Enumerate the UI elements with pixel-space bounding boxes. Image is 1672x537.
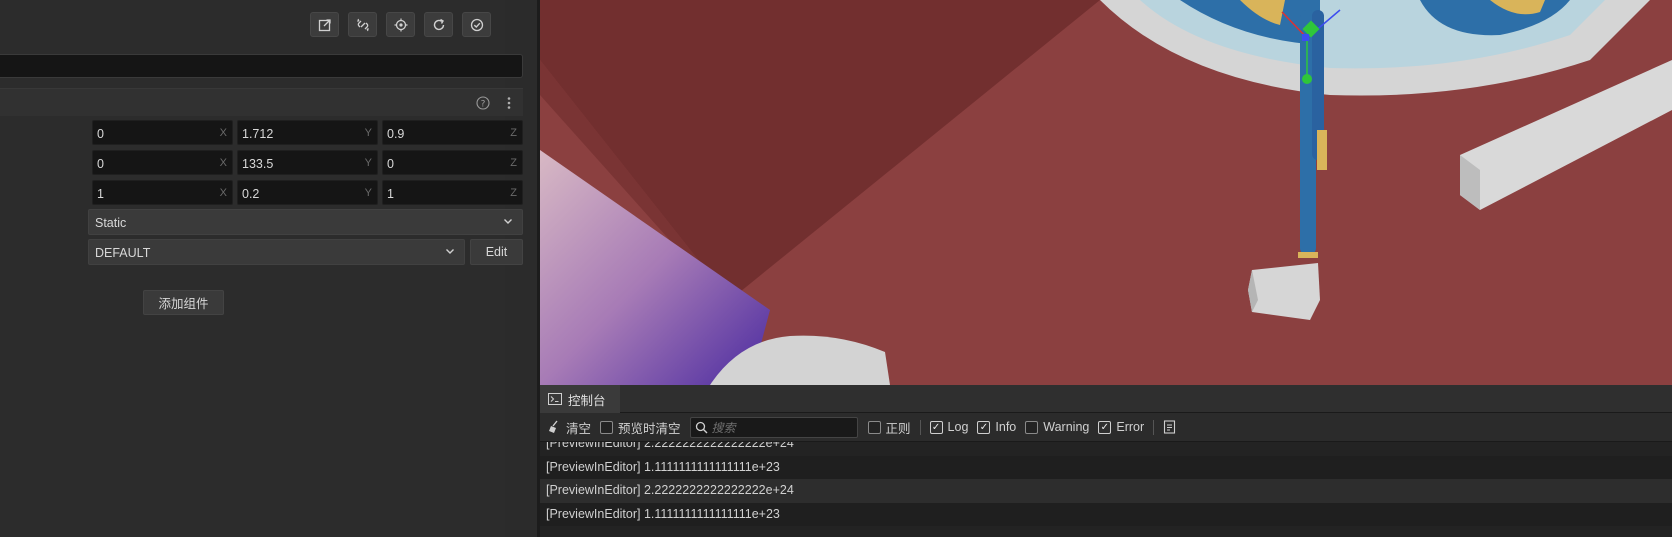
locate-button[interactable]: [386, 12, 415, 37]
console-panel: 控制台 清空 预览时清空 搜索 正则 ✓ Log ✓ Info Warning …: [540, 385, 1672, 537]
help-icon[interactable]: ?: [474, 94, 492, 112]
console-tabbar: 控制台: [540, 385, 1672, 413]
add-component-button[interactable]: 添加组件: [143, 290, 224, 315]
inspector-toolbar: [310, 12, 491, 37]
open-external-button[interactable]: [310, 12, 339, 37]
log-filter-checkbox[interactable]: ✓ Log: [929, 420, 968, 434]
scale-z-input[interactable]: 1Z: [382, 180, 523, 205]
checkbox-checked: ✓: [977, 420, 991, 434]
error-filter-checkbox[interactable]: ✓ Error: [1098, 420, 1144, 434]
clear-on-preview-checkbox[interactable]: 预览时清空: [600, 418, 681, 437]
refresh-icon: [433, 18, 444, 30]
position-row: 0X 1.712 Y 0.9 Z: [92, 120, 523, 145]
clear-button[interactable]: 清空: [548, 418, 591, 437]
terminal-icon: [548, 393, 562, 405]
node-name-input[interactable]: [0, 54, 523, 78]
layer-edit-button[interactable]: Edit: [470, 239, 523, 265]
log-file-icon: [1164, 420, 1176, 434]
toolbar-divider: [1153, 419, 1155, 435]
open-log-file-button[interactable]: [1163, 420, 1176, 434]
rotation-x-input[interactable]: 0X: [92, 150, 233, 175]
more-options-icon[interactable]: [500, 94, 518, 112]
rotation-row: 0X 133.5 Y 0Z: [92, 150, 523, 175]
mobility-select[interactable]: Static: [88, 209, 523, 235]
regex-checkbox[interactable]: 正则: [867, 418, 911, 437]
chevron-down-icon: [502, 215, 514, 230]
tab-console[interactable]: 控制台: [540, 385, 620, 413]
warning-filter-checkbox[interactable]: Warning: [1025, 420, 1089, 434]
apply-check-icon: [470, 18, 483, 31]
refresh-button[interactable]: [424, 12, 453, 37]
scale-y-input[interactable]: 0.2 Y: [237, 180, 378, 205]
search-icon: [695, 421, 708, 433]
scale-x-input[interactable]: 1X: [92, 180, 233, 205]
position-z-input[interactable]: 0.9 Z: [382, 120, 523, 145]
checkbox-box: [600, 420, 614, 434]
log-row[interactable]: [PreviewInEditor] 1.1111111111111111e+23: [540, 502, 1672, 526]
scene-viewport[interactable]: [540, 0, 1672, 385]
checkbox-box: [867, 420, 881, 434]
console-toolbar: 清空 预览时清空 搜索 正则 ✓ Log ✓ Info Warning ✓ Er…: [540, 413, 1672, 442]
broom-icon: [549, 420, 558, 433]
unlink-icon: [356, 18, 369, 31]
unlink-button[interactable]: [348, 12, 377, 37]
transform-component-header[interactable]: ?: [0, 88, 523, 116]
apply-button[interactable]: [462, 12, 491, 37]
checkbox-checked: ✓: [929, 420, 943, 434]
console-log-list[interactable]: [PreviewInEditor] 2.2222222222222222e+24…: [540, 442, 1672, 537]
locate-icon: [394, 18, 407, 31]
layer-select[interactable]: DEFAULT: [88, 239, 465, 265]
scene-render: [540, 0, 1672, 385]
chevron-down-icon: [444, 245, 456, 260]
inspector-panel: ? 0X 1.712 Y 0.9 Z 0X 133.5 Y 0Z 1X 0.2 Y 1Z…: [0, 0, 523, 537]
rotation-y-input[interactable]: 133.5 Y: [237, 150, 378, 175]
scale-row: 1X 0.2 Y 1Z: [92, 180, 523, 205]
log-row[interactable]: [PreviewInEditor] 2.2222222222222222e+24: [540, 479, 1672, 503]
info-filter-checkbox[interactable]: ✓ Info: [977, 420, 1016, 434]
rotation-z-input[interactable]: 0Z: [382, 150, 523, 175]
position-y-input[interactable]: 1.712 Y: [237, 120, 378, 145]
search-input[interactable]: 搜索: [689, 416, 858, 438]
toolbar-divider: [919, 419, 921, 435]
svg-text:?: ?: [481, 99, 486, 109]
checkbox-box: [1025, 420, 1039, 434]
log-row[interactable]: [PreviewInEditor] 1.1111111111111111e+23: [540, 455, 1672, 479]
log-row[interactable]: [PreviewInEditor] 2.2222222222222222e+24: [540, 442, 1672, 456]
open-external-icon: [318, 18, 331, 31]
checkbox-checked: ✓: [1098, 420, 1112, 434]
position-x-input[interactable]: 0X: [92, 120, 233, 145]
